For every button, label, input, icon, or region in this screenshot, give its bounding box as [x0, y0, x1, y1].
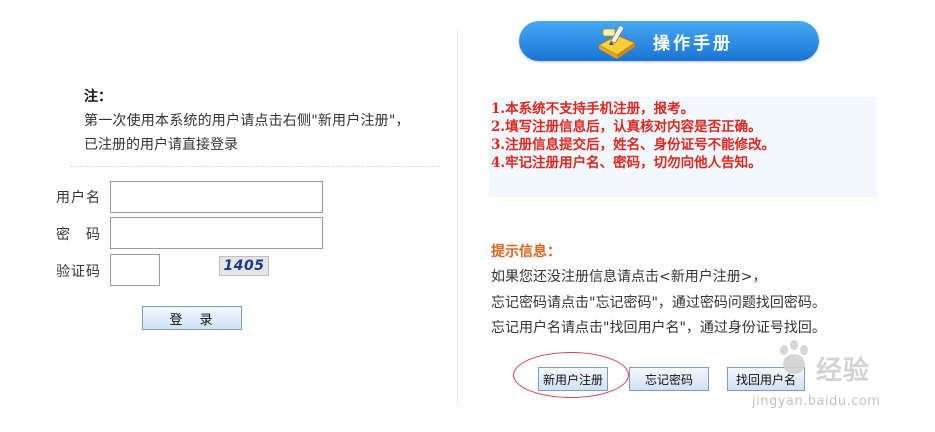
watermark-brand: 经验	[816, 356, 871, 386]
captcha-image-text: 1405	[223, 258, 265, 274]
tip-line-forgot-password: 忘记密码请点击"忘记密码"，通过密码问题找回密码。	[491, 295, 826, 311]
captcha-image[interactable]: 1405	[219, 256, 269, 276]
captcha-label: 验证码	[56, 264, 101, 280]
manual-title: 操作手册	[653, 34, 733, 54]
manual-banner[interactable]: 操作手册	[519, 21, 819, 61]
username-label: 用户名	[56, 190, 101, 206]
rules-box: 1.本系统不支持手机注册，报考。 2.填写注册信息后，认真核对内容是否正确。 3…	[489, 97, 877, 197]
find-username-button[interactable]: 找回用户名	[727, 367, 805, 391]
tip-title: 提示信息：	[491, 244, 561, 260]
rule-item: 2.填写注册信息后，认真核对内容是否正确。	[491, 119, 762, 135]
rule-item: 3.注册信息提交后，姓名、身份证号不能修改。	[491, 137, 776, 153]
dashed-divider	[70, 166, 440, 167]
tip-line-register: 如果您还没注册信息请点击<新用户注册>，	[491, 269, 767, 285]
watermark-url: jingyan.baidu.com	[752, 394, 881, 409]
forgot-password-button[interactable]: 忘记密码	[629, 367, 709, 391]
note-instruction-line2: 已注册的用户请直接登录	[84, 137, 238, 153]
tip-line-find-username: 忘记用户名请点击"找回用户名"，通过身份证号找回。	[491, 320, 826, 336]
panel-divider	[457, 30, 458, 405]
captcha-input[interactable]	[110, 254, 160, 286]
password-label: 密 码	[56, 227, 101, 243]
login-button[interactable]: 登 录	[142, 306, 242, 330]
note-title: 注：	[84, 89, 112, 105]
register-button[interactable]: 新用户注册	[538, 367, 608, 391]
rule-item: 1.本系统不支持手机注册，报考。	[491, 101, 695, 117]
username-input[interactable]	[110, 181, 323, 213]
password-input[interactable]	[110, 217, 323, 249]
book-pencil-icon	[597, 25, 637, 59]
rule-item: 4.牢记注册用户名、密码，切勿向他人告知。	[491, 155, 762, 171]
note-instruction-line1: 第一次使用本系统的用户请点击右侧"新用户注册"，	[84, 113, 410, 129]
